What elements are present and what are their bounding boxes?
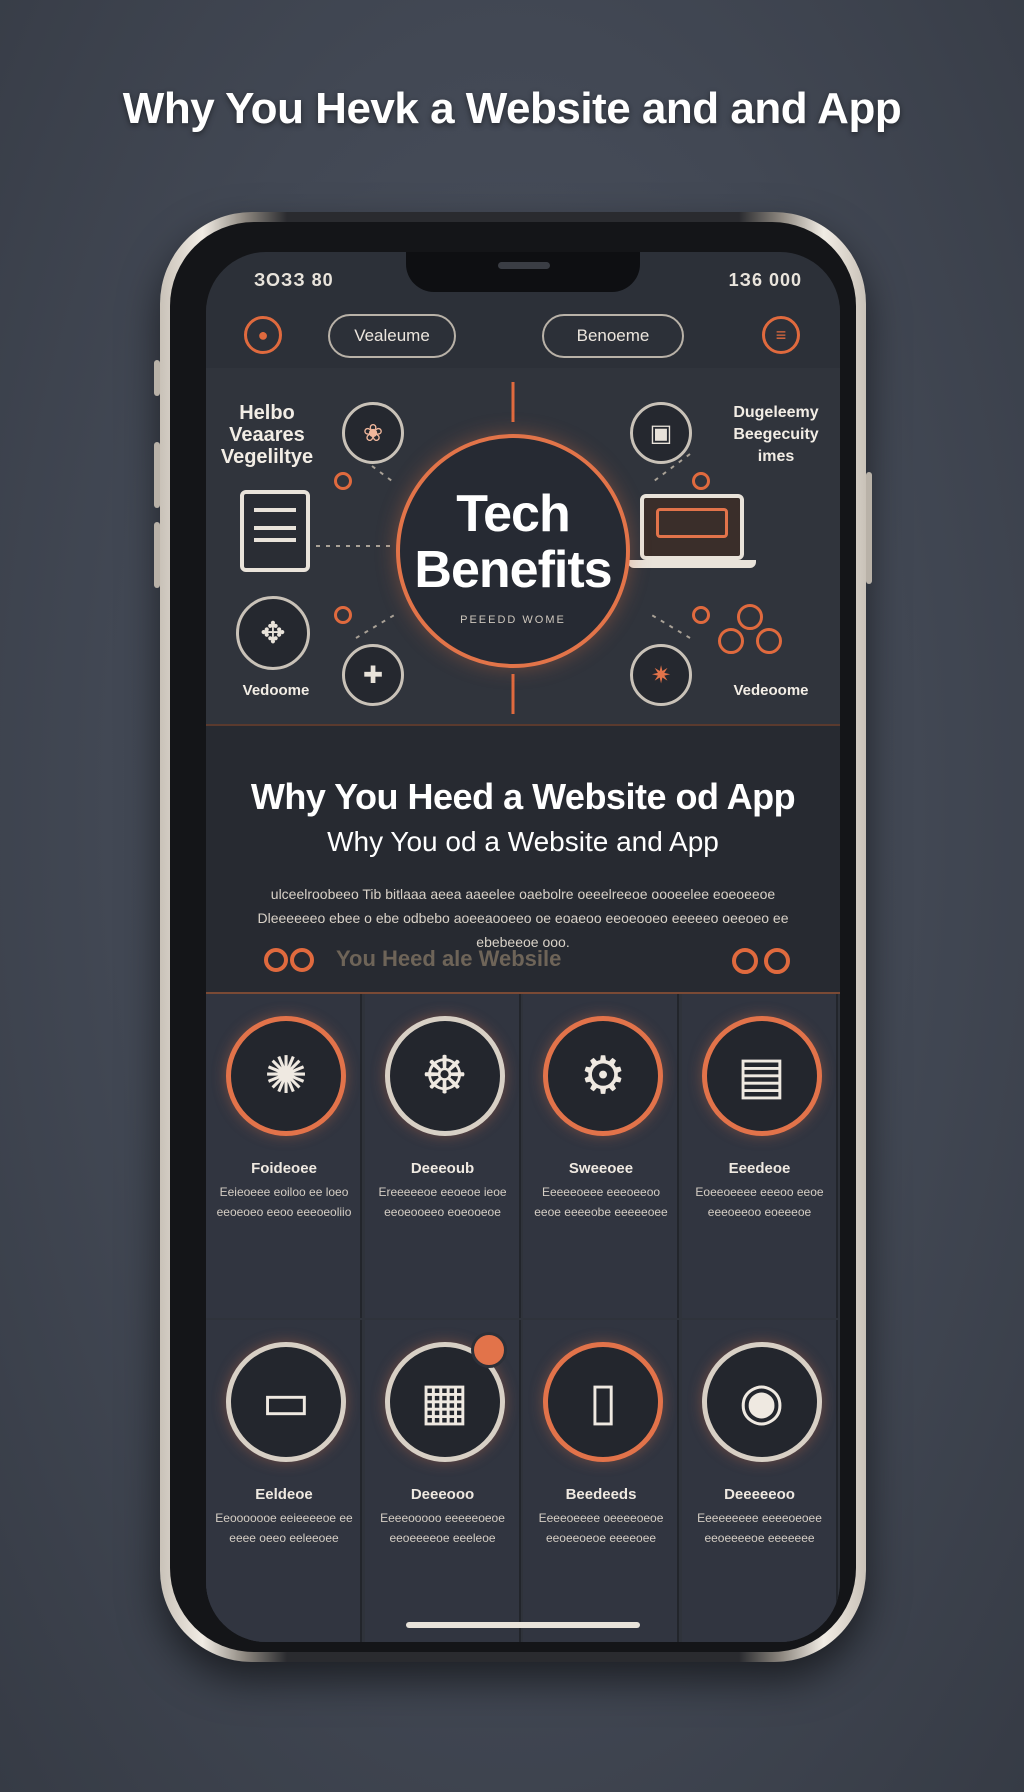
feature-card[interactable]: ☸ Deeeoub Ereeeeeoe eeoeoe ieoe eeoeooeeo … [364,994,521,1318]
top-nav: ● Vealeume Benoeme ≡ [206,304,840,366]
status-indicators: 1З6 000 [728,270,802,290]
feature-card[interactable]: ▯ Beedeeds Eeeeoeeee oeeeeoeoe eeoeeoeoe e… [523,1320,679,1642]
phone-frame: ЗОЗЗ 80 1З6 000 ● Vealeume Benoeme ≡ Hel… [154,212,872,1662]
feature-title: Eeedeoe [728,1160,791,1177]
feature-text: Eeeeeeeee eeeeoeoee eeoeeeeoe eeeeeee [697,1511,822,1545]
intro-link-row[interactable]: You Heed ale Websile [246,944,800,974]
feature-card[interactable]: ◉ Deeeeeoo Eeeeeeeee eeeeoeoee eeoeeeeoe e… [681,1320,838,1642]
gear-icon: ⚙ [543,1016,663,1136]
feature-title: Sweeoee [568,1160,634,1177]
feature-text: Eeeeoeeee oeeeeoeoe eeoeeoeoe eeeeoee [538,1511,664,1545]
chat-icon: ▣ [630,402,692,464]
intro-subheading: Why You od a Website and App [327,826,719,857]
feature-title: Deeeeeoo [724,1486,795,1503]
feature-text: Eeeeooooo eeeeeoeoe eeoeeeeoe eeeleoe [380,1511,505,1545]
feature-title: Eeldeoe [255,1486,313,1503]
feature-title: Foideoee [251,1160,317,1177]
document-icon: ▤ [701,1016,822,1136]
phone-screen: ЗОЗЗ 80 1З6 000 ● Vealeume Benoeme ≡ Hel… [206,252,840,1642]
smartphone-icon: ▯ [543,1342,663,1462]
notch [406,252,640,292]
wheel-icon: ✺ [226,1016,346,1136]
feature-title: Deeeoub [410,1160,475,1177]
browser-icon: ▭ [226,1342,346,1462]
hero-title: Tech Benefits [414,485,612,599]
feature-grid: ✺ Foideoee Eeieoeee eoiloo ee loeo eeoeoeo… [206,994,840,1642]
page-title: Why You Hevk a Website and and App [122,84,902,133]
feature-text: Eeieoeee eoiloo ee loeo eeoeoeo eeoo eee… [216,1185,352,1219]
feature-title: Beedeeds [565,1486,637,1503]
hero-subtitle: PEEEDD WOME [460,614,566,626]
laptop-icon [640,494,744,560]
tablet-icon [240,490,310,572]
feature-text: Eoeeoeeee eeeoo eeoe eeeoeeoo eoeeeoe [695,1185,824,1219]
intro-link-text[interactable]: You Heed ale Websile [336,946,561,972]
link-dot-icon [264,948,288,972]
menu-icon[interactable]: ≡ [762,316,800,354]
pager-dot-icon[interactable] [764,948,790,974]
cog-icon: ✷ [630,644,692,706]
nav-pill-left[interactable]: Vealeume [328,314,456,358]
link-dot-icon [290,948,314,972]
feature-card[interactable]: ⚙ Sweeoee Eeeeeoeee eeeoeeoo eeoe eeeeobe … [523,994,679,1318]
feature-card[interactable]: ▦ Deeeooo Eeeeooooo eeeeeoeoe eeoeeeeoe ee… [364,1320,521,1642]
profile-icon[interactable]: ● [244,316,282,354]
pager-dot-icon[interactable] [732,948,758,974]
heart-icon: ❀ [342,402,404,464]
intro-section: Why You Heed a Website od App Why You od… [206,726,840,994]
intro-heading: Why You Heed a Website od App [250,776,796,817]
globe-icon: ✥ [236,596,310,670]
hero-bottom-left: Vedoome [242,682,310,699]
feature-card[interactable]: ▤ Eeedeoe Eoeeoeeee eeeoo eeoe eeeoeeoo eo… [681,994,838,1318]
feature-title: Deeeooo [410,1486,475,1503]
feature-card[interactable]: ✺ Foideoee Eeieoeee eoiloo ee loeo eeoeoeo… [206,994,362,1318]
settings-icon: ◉ [701,1342,822,1462]
feature-text: Eeeeeoeee eeeoeeoo eeoe eeeeobe eeeeeoee [534,1185,668,1219]
helm-icon: ☸ [384,1016,505,1136]
hero-banner: Helbo Veaares Vegeliltye Dugeleemy Beegecui… [206,368,840,726]
feature-text: Ereeeeeoe eeoeoe ieoe eeoeooeeo eoeooeoe [378,1185,507,1219]
hero-bottom-right: Vedeoome [733,682,809,699]
feature-text: Eeooooooe eeieeeeoe ee eeee oeeo eeleeoe… [215,1511,353,1545]
feature-card[interactable]: ▭ Eeldeoe Eeooooooe eeieeeeoe ee eeee oeeo… [206,1320,362,1642]
hero-label-left: Helbo Veaares Vegeliltye [220,402,314,468]
home-indicator[interactable] [406,1622,640,1628]
notification-badge [470,1332,507,1368]
puzzle-icon: ✚ [342,644,404,706]
hero-label-right: Dugeleemy Beegecuity imes [733,404,819,465]
nav-pill-right[interactable]: Benoeme [542,314,684,358]
status-time: ЗОЗЗ 80 [254,270,334,290]
